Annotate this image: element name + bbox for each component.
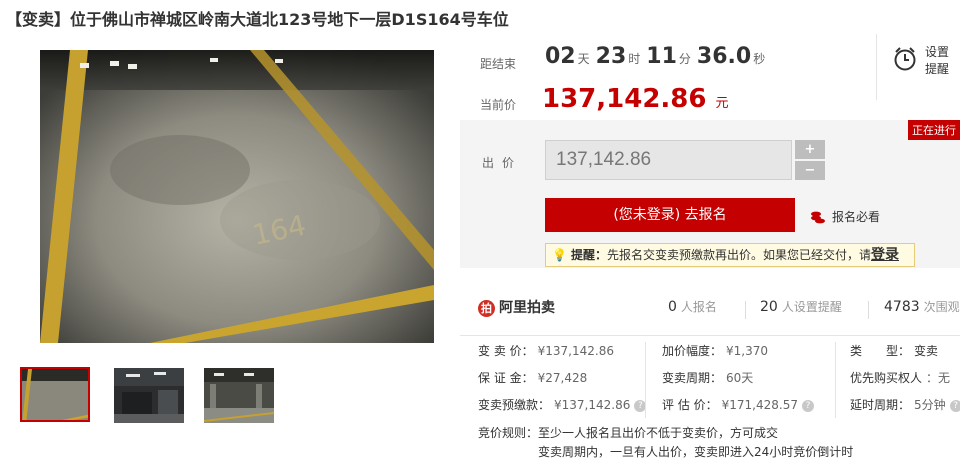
detail-key: 类 型： xyxy=(850,344,911,358)
countdown-days-unit: 天 xyxy=(577,52,590,66)
bidding-rules: 竞价规则：至少一人报名且出价不低于变卖价，方可成交 变卖周期内，一旦有人出价，变… xyxy=(478,424,853,462)
detail-key: 变卖周期： xyxy=(662,371,723,385)
thumbnail-3[interactable] xyxy=(204,368,274,423)
divider xyxy=(745,301,746,319)
current-price: 137,142.86 元 xyxy=(542,84,729,114)
auction-panel: 距结束 02 天 23 时 11 分 36.0 秒 设置提醒 当前价 137,142.86 元… xyxy=(460,30,960,474)
set-reminder-button[interactable]: 设置提醒 xyxy=(876,34,960,100)
money-stack-icon xyxy=(811,211,825,224)
detail-key: 变卖预缴款： xyxy=(478,398,551,412)
thumbnail-image xyxy=(114,368,184,423)
countdown-hours-unit: 时 xyxy=(628,52,641,66)
countdown-hours: 23 xyxy=(595,44,627,69)
detail-increment: 加价幅度： ¥1,370 xyxy=(662,342,768,359)
auction-logo-icon: 拍 xyxy=(478,299,495,317)
signups-count: 0 xyxy=(668,299,677,315)
divider xyxy=(835,342,836,418)
detail-value: ：无 xyxy=(926,371,951,385)
detail-key: 优先购买权人 xyxy=(850,371,923,385)
countdown-days: 02 xyxy=(545,44,576,69)
page-title: 【变卖】位于佛山市禅城区岭南大道北123号地下一层D1S164号车位 xyxy=(6,10,509,29)
countdown-minutes: 11 xyxy=(646,44,677,69)
reminders-stat: 20 人设置提醒 xyxy=(760,298,842,315)
must-read-link[interactable]: 报名必看 xyxy=(810,208,880,225)
auction-details: 变 卖 价： ¥137,142.86 保 证 金： ¥27,428 变卖预缴款： ¥1… xyxy=(460,335,960,474)
thumbnail-image xyxy=(204,368,274,423)
detail-value: ¥27,428 xyxy=(537,371,588,385)
bid-label: 出价 xyxy=(482,156,523,170)
thumbnail-2[interactable] xyxy=(114,368,184,423)
bid-area: 正在进行 出价 + − (您未登录) 去报名 报名必看 💡提醒：先报名交变卖预缴… xyxy=(460,120,960,268)
detail-sale-price: 变 卖 价： ¥137,142.86 xyxy=(478,342,614,359)
signups-stat: 0 人报名 xyxy=(668,298,717,315)
detail-delay-period: 延时周期： 5分钟? xyxy=(850,396,960,413)
detail-value: 5分钟 xyxy=(914,398,946,412)
login-link[interactable]: 登录 xyxy=(871,247,899,263)
rules-line-2: 变卖周期内，一旦有人出价，变卖即进入24小时竞价倒计时 xyxy=(538,445,854,459)
login-tip: 💡 提醒：先报名交变卖预缴款再出价。如果您已经交付，请登录 xyxy=(545,243,915,267)
logo-text: 阿里拍卖 xyxy=(499,300,555,316)
help-icon[interactable]: ? xyxy=(801,399,814,412)
help-icon[interactable]: ? xyxy=(949,399,960,412)
thumbnail-image xyxy=(22,369,88,420)
detail-key: 延时周期： xyxy=(850,398,911,412)
detail-value: ¥137,142.86 xyxy=(554,398,631,412)
views-count: 4783 xyxy=(884,299,920,315)
detail-key: 评 估 价： xyxy=(662,398,718,412)
current-price-value: 137,142.86 xyxy=(542,84,707,114)
detail-value: ¥1,370 xyxy=(726,344,769,358)
detail-deposit: 保 证 金： ¥27,428 xyxy=(478,369,587,386)
detail-value: ¥137,142.86 xyxy=(537,344,614,358)
alibaba-auction-logo: 拍阿里拍卖 xyxy=(478,297,555,317)
tip-prefix: 提醒： xyxy=(570,248,607,262)
views-label: 次围观 xyxy=(923,300,960,314)
detail-priority-buyer: 优先购买权人 ：无 xyxy=(850,369,950,386)
bid-input[interactable] xyxy=(545,140,792,180)
countdown-seconds-unit: 秒 xyxy=(753,52,766,66)
signups-label: 人报名 xyxy=(680,300,717,314)
countdown-label: 距结束 xyxy=(480,57,517,71)
countdown-minutes-unit: 分 xyxy=(678,52,691,66)
signup-button[interactable]: (您未登录) 去报名 xyxy=(545,198,795,232)
divider xyxy=(645,342,646,418)
bid-increase-button[interactable]: + xyxy=(795,140,825,159)
detail-value: 变卖 xyxy=(914,344,939,358)
thumbnail-1[interactable] xyxy=(20,367,90,422)
reminders-count: 20 xyxy=(760,299,778,315)
detail-appraisal: 评 估 价： ¥171,428.57? xyxy=(662,396,814,413)
detail-type: 类 型： 变卖 xyxy=(850,342,938,359)
lightbulb-icon: 💡 xyxy=(552,248,567,262)
auction-stats: 拍阿里拍卖 0 人报名 20 人设置提醒 4783 次围观 xyxy=(460,285,960,325)
detail-prepayment: 变卖预缴款： ¥137,142.86? xyxy=(478,396,647,413)
tip-text: 先报名交变卖预缴款再出价。如果您已经交付，请 xyxy=(606,248,871,262)
alarm-clock-icon xyxy=(894,47,916,71)
rules-label: 竞价规则： xyxy=(478,426,539,440)
current-price-unit: 元 xyxy=(715,96,729,111)
detail-key: 变 卖 价： xyxy=(478,344,534,358)
divider xyxy=(868,301,869,319)
parking-space-photo: 164 xyxy=(40,50,434,343)
bid-decrease-button[interactable]: − xyxy=(795,161,825,180)
detail-value: 60天 xyxy=(726,371,754,385)
must-read-label: 报名必看 xyxy=(832,210,881,224)
countdown-seconds: 36.0 xyxy=(696,44,752,69)
detail-value: ¥171,428.57 xyxy=(721,398,798,412)
detail-key: 保 证 金： xyxy=(478,371,534,385)
reminders-label: 人设置提醒 xyxy=(781,300,842,314)
views-stat: 4783 次围观 xyxy=(884,298,960,315)
detail-key: 加价幅度： xyxy=(662,344,723,358)
status-badge: 正在进行 xyxy=(908,120,960,140)
rules-line-1: 至少一人报名且出价不低于变卖价，方可成交 xyxy=(538,426,779,440)
main-photo: 164 xyxy=(40,50,434,343)
detail-sale-period: 变卖周期： 60天 xyxy=(662,369,753,386)
countdown: 02 天 23 时 11 分 36.0 秒 xyxy=(545,44,771,69)
current-price-label: 当前价 xyxy=(480,98,517,112)
set-reminder-label: 设置提醒 xyxy=(925,45,950,76)
